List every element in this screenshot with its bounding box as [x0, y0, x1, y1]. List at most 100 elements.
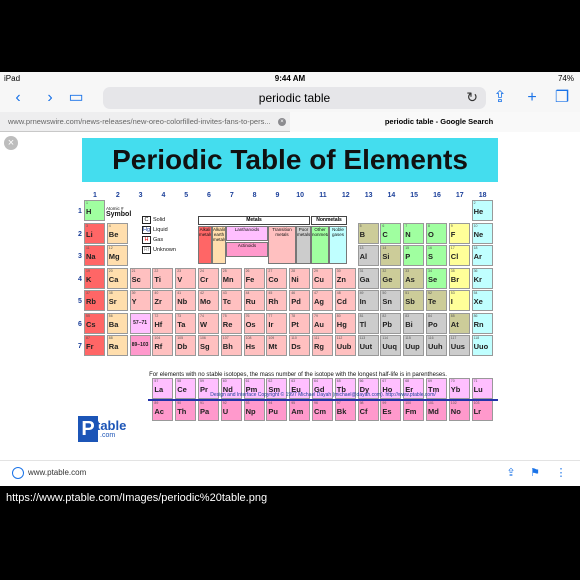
element-symbol: Bi: [405, 319, 413, 329]
element-symbol: Hs: [245, 342, 256, 351]
more-icon[interactable]: ⋮: [554, 466, 568, 480]
element-bi: 83 Bi: [403, 312, 425, 334]
atomic-number: 42: [200, 291, 204, 295]
element-symbol: Tl: [359, 319, 367, 329]
atomic-number: 16: [428, 246, 432, 250]
atomic-number: 38: [108, 291, 113, 295]
clock: 9:44 AM: [274, 74, 306, 83]
atomic-number: 4: [108, 223, 111, 228]
element-symbol: Be: [108, 229, 119, 239]
element-au: 79 Au: [312, 312, 333, 334]
element-symbol: Uuh: [428, 342, 443, 351]
element-symbol: Pu: [268, 407, 278, 417]
share-icon[interactable]: ⇪: [490, 89, 510, 107]
element-cm: 96 Cm: [312, 400, 333, 422]
element-symbol: Ag: [314, 297, 324, 306]
element-bh: 107 Bh: [220, 335, 242, 356]
atomic-number: 51: [405, 291, 410, 295]
forward-icon[interactable]: ›: [40, 89, 60, 107]
site-link[interactable]: www.ptable.com: [28, 468, 86, 477]
element-symbol: Zn: [336, 274, 346, 284]
address-bar[interactable]: periodic table ↻: [103, 87, 486, 109]
new-tab-icon[interactable]: +: [522, 89, 542, 107]
atomic-number: 65: [336, 378, 341, 383]
element-po: 84 Po: [426, 312, 447, 334]
atomic-number: 5: [359, 223, 362, 228]
atomic-number: 49: [359, 291, 364, 295]
element-se: 34 Se: [426, 267, 447, 289]
atomic-number: 37: [86, 291, 90, 295]
tabs-icon[interactable]: ❐: [552, 89, 572, 107]
element-rn: 86 Rn: [471, 312, 493, 334]
element-symbol: Ne: [473, 229, 484, 239]
atomic-number: 64: [314, 378, 318, 383]
element-ir: 77 Ir: [266, 312, 288, 334]
periodic-table-image[interactable]: Periodic Table of Elements 1 2 3 4 5 6 7 8 9 10 11…: [78, 134, 502, 454]
atomic-number: 10: [473, 223, 478, 228]
element-mo: 42 Mo: [198, 290, 219, 311]
element-hs: 108 Hs: [243, 335, 265, 356]
element-symbol: F: [450, 229, 456, 239]
bookmark-icon[interactable]: ⚑: [528, 466, 542, 480]
element-symbol: Pt: [291, 319, 299, 329]
element-u: 92 U: [220, 400, 242, 422]
tab-prnewswire[interactable]: www.prnewswire.com/news-releases/new-ore…: [0, 112, 290, 132]
close-icon[interactable]: ×: [4, 136, 18, 150]
atomic-number: 98: [359, 401, 364, 406]
bookmarks-icon[interactable]: ▭: [66, 89, 86, 107]
atomic-number: 85: [450, 313, 455, 318]
share-icon[interactable]: ⇪: [504, 466, 518, 480]
address-text[interactable]: periodic table: [103, 91, 486, 105]
element-symbol: Sg: [200, 342, 210, 351]
element-ru: 44 Ru: [243, 290, 265, 311]
element-symbol: Mt: [268, 342, 278, 351]
element-tl: 81 Tl: [357, 312, 379, 334]
element-uuo: 118 Uuo: [471, 335, 493, 356]
back-icon[interactable]: ‹: [8, 89, 28, 107]
element-symbol: Re: [222, 319, 233, 329]
element-li: 3 Li: [84, 222, 105, 244]
element-symbol: Co: [268, 274, 279, 284]
element-xe: 54 Xe: [471, 290, 493, 311]
atomic-number: 78: [291, 313, 296, 318]
element-re: 75 Re: [220, 312, 242, 334]
element-symbol: Y: [131, 297, 137, 306]
element-symbol: Fm: [405, 407, 417, 417]
element-th: 90 Th: [175, 400, 197, 422]
element-nb: 41 Nb: [175, 290, 197, 311]
group-number: 4: [161, 192, 166, 199]
close-tab-icon[interactable]: ×: [278, 118, 286, 126]
atomic-number: 88: [108, 336, 113, 340]
element-symbol: Cf: [359, 407, 368, 417]
image-title: Periodic Table of Elements: [82, 138, 498, 182]
atomic-number: 17: [450, 246, 455, 250]
atomic-number: 70: [450, 378, 455, 383]
group-number: 3: [138, 192, 143, 199]
element-ar: 18 Ar: [471, 245, 493, 266]
atomic-number: 19: [86, 268, 90, 273]
element-symbol: U: [222, 407, 229, 417]
atomic-number: 91: [200, 401, 204, 406]
element-sr: 38 Sr: [106, 290, 128, 311]
tab-google-search[interactable]: periodic table - Google Search: [290, 112, 580, 132]
element-symbol: Sb: [405, 297, 415, 306]
element-symbol: Nb: [177, 297, 188, 306]
element-br: 35 Br: [448, 267, 470, 289]
atomic-number: 57: [154, 378, 159, 383]
atomic-number: 61: [245, 378, 250, 383]
element-bk: 97 Bk: [334, 400, 356, 422]
category-alkali-metals: Alkali metals: [198, 226, 212, 264]
element-co: 27 Co: [266, 267, 288, 289]
element-symbol: Ac: [154, 407, 164, 417]
element-symbol: Kr: [473, 274, 482, 284]
reload-icon[interactable]: ↻: [466, 89, 478, 106]
element-symbol: Uut: [359, 342, 373, 351]
atomic-number: 93: [245, 401, 250, 406]
atomic-number: 29: [314, 268, 318, 273]
atomic-number: 23: [177, 268, 182, 273]
atomic-number: 101: [428, 401, 434, 406]
atomic-number: 83: [405, 313, 410, 318]
element-symbol: Cu: [314, 274, 324, 284]
element-at: 85 At: [448, 312, 470, 334]
element-pt: 78 Pt: [289, 312, 311, 334]
